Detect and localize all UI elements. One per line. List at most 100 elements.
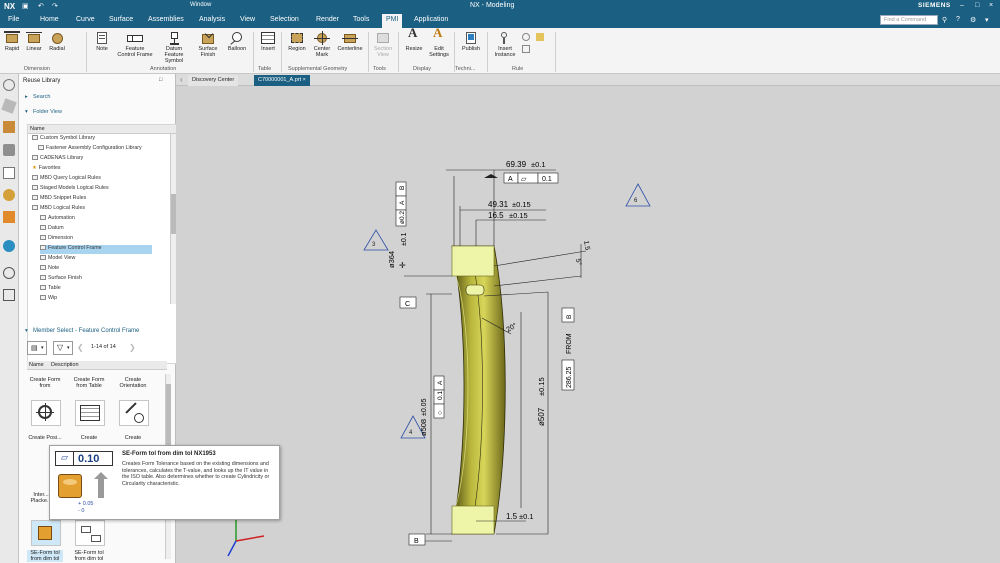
web-browser-icon[interactable] <box>3 211 15 223</box>
rule-small-icon[interactable] <box>536 33 544 41</box>
view-mode-dropdown[interactable]: ▤ ▾ <box>27 341 47 355</box>
fcf-top[interactable]: A ▱ 0.1 <box>484 172 559 184</box>
insert-table-button[interactable]: Insert <box>259 31 277 52</box>
dim-1-5[interactable]: 1.5 <box>506 512 518 521</box>
member-select-toggle-icon[interactable]: ▾ <box>25 328 28 334</box>
tree-column-name[interactable]: Name <box>30 126 45 132</box>
rule-small-icon[interactable] <box>522 33 530 41</box>
tree-item[interactable]: Model View <box>40 255 75 264</box>
menu-curve[interactable]: Curve <box>76 16 95 23</box>
insert-instance-button[interactable]: Insert Instance <box>492 31 518 58</box>
dim-16-5[interactable]: 16.5 <box>488 211 504 220</box>
column-description[interactable]: Description <box>51 362 79 368</box>
menu-selection[interactable]: Selection <box>270 16 299 23</box>
menu-file[interactable]: File <box>8 16 19 23</box>
reuse-library-icon[interactable] <box>3 167 15 179</box>
fcf-left-top[interactable]: B A ø0.2 <box>395 181 407 227</box>
search-icon[interactable]: ⚲ <box>942 16 947 24</box>
help-icon[interactable]: ? <box>956 16 960 23</box>
undo-icon[interactable]: ↶ <box>38 2 44 10</box>
feature-control-frame-button[interactable]: Feature Control Frame <box>116 31 154 58</box>
tree-item[interactable]: Staged Models Logical Rules <box>32 185 109 194</box>
close-tab-icon[interactable]: × <box>303 77 306 83</box>
window-menu[interactable]: Window <box>190 2 211 8</box>
note-button[interactable]: Note <box>92 31 112 52</box>
menu-render[interactable]: Render <box>316 16 339 23</box>
linear-button[interactable]: Linear <box>24 31 44 52</box>
rapid-button[interactable]: Rapid <box>4 31 20 52</box>
settings-icon[interactable]: ⚙ <box>970 16 976 24</box>
annotation-triangle[interactable]: 3 <box>363 229 389 251</box>
column-name[interactable]: Name <box>29 362 44 368</box>
se-form-tol-member-icon[interactable] <box>31 520 61 546</box>
surface-finish-button[interactable]: Surface Finish <box>196 29 220 58</box>
tab-part-file[interactable]: C70000001_A.prt × <box>254 75 310 86</box>
menu-surface[interactable]: Surface <box>109 16 133 23</box>
se-form-tol-member-icon[interactable] <box>75 520 105 546</box>
next-page-icon[interactable]: ❯ <box>129 343 136 352</box>
save-icon[interactable]: ▣ <box>22 2 29 10</box>
fcf-left-bottom[interactable]: A 0.1 ○ <box>433 375 445 419</box>
menu-pmi[interactable]: PMI <box>382 14 403 28</box>
tree-item[interactable]: Surface Finish <box>40 275 82 284</box>
tree-item[interactable]: MBD Snippet Rules <box>32 195 86 204</box>
tree-item[interactable]: Automation <box>40 215 75 224</box>
tree-item[interactable]: Note <box>40 265 59 274</box>
tab-discovery-center[interactable]: Discovery Center <box>188 75 239 86</box>
centerline-button[interactable]: Centerline <box>336 31 364 52</box>
menu-assemblies[interactable]: Assemblies <box>148 16 184 23</box>
folder-view-section[interactable]: Folder View <box>33 109 62 115</box>
filter-dropdown[interactable]: ▽ ▾ <box>53 341 73 355</box>
command-search-input[interactable]: Find a Command <box>880 15 938 25</box>
radial-button[interactable]: Radial <box>47 31 67 52</box>
member-select-section[interactable]: Member Select - Feature Control Frame <box>33 328 139 334</box>
tree-item[interactable]: Datum <box>40 225 64 234</box>
position-tolerance-member-icon[interactable] <box>31 400 61 426</box>
menu-application[interactable]: Application <box>414 16 448 23</box>
search-section-icon[interactable]: ▸ <box>25 94 28 100</box>
datum-b[interactable]: B <box>408 533 426 546</box>
tree-item[interactable]: CADENAS Library <box>32 155 83 164</box>
section-view-button[interactable]: Section View <box>372 31 394 58</box>
datum-feature-symbol-button[interactable]: Datum Feature Symbol <box>158 31 190 64</box>
assembly-navigator-icon[interactable] <box>3 121 15 133</box>
part-navigator-icon[interactable] <box>1 98 17 114</box>
member-label[interactable]: SE-Form tol from dim tol <box>71 550 107 562</box>
roles-icon[interactable] <box>3 289 15 301</box>
form-from-table-member-icon[interactable] <box>75 400 105 426</box>
dim-diameter-364[interactable]: ø364 <box>387 251 396 268</box>
region-button[interactable]: Region <box>286 31 308 52</box>
settings-icon[interactable] <box>3 79 15 91</box>
close-icon[interactable]: × <box>989 2 993 9</box>
menu-home[interactable]: Home <box>40 16 59 23</box>
orientation-member-icon[interactable] <box>119 400 149 426</box>
dim-diameter-507[interactable]: ø507 <box>537 407 546 426</box>
tree-item[interactable]: Custom Symbol Library <box>32 135 95 144</box>
edit-settings-button[interactable]: A Edit Settings <box>428 26 450 58</box>
dim-49-31[interactable]: 49.31 <box>488 200 509 209</box>
redo-icon[interactable]: ↷ <box>52 2 58 10</box>
center-mark-button[interactable]: Center Mark <box>311 31 333 58</box>
expand-icon[interactable]: ▾ <box>985 16 989 24</box>
menu-view[interactable]: View <box>240 16 255 23</box>
dim-69-39[interactable]: 69.39 <box>506 160 527 169</box>
menu-analysis[interactable]: Analysis <box>199 16 225 23</box>
app-logo[interactable]: NX <box>4 2 15 11</box>
dim-diameter-508[interactable]: ø508 <box>419 419 428 436</box>
graphics-window[interactable]: 69.39 ±0.1 A ▱ 0.1 49.31 ±0.15 16.5 ±0.1… <box>176 86 1000 563</box>
dim-angle[interactable]: 20° <box>505 321 518 333</box>
tab-scroll-left-icon[interactable]: ‹ <box>180 75 183 84</box>
from-dimension-box[interactable]: 286.25 FROM B <box>561 307 575 391</box>
datum-c[interactable]: C <box>399 296 417 309</box>
tree-item[interactable]: MBD Query Logical Rules <box>32 175 101 184</box>
pin-icon[interactable]: □ <box>159 77 162 83</box>
dim-angle[interactable]: 5° <box>574 258 583 266</box>
tree-item[interactable]: ★ Favorites <box>32 165 61 174</box>
minimize-icon[interactable]: – <box>960 2 964 9</box>
tree-item[interactable]: Wip <box>40 295 57 304</box>
history-icon[interactable] <box>3 240 15 252</box>
resize-button[interactable]: A Resize <box>403 26 425 52</box>
annotation-triangle[interactable]: 6 <box>625 183 651 207</box>
maximize-icon[interactable]: □ <box>975 2 979 9</box>
tree-item[interactable]: MBD Logical Rules <box>32 205 85 214</box>
